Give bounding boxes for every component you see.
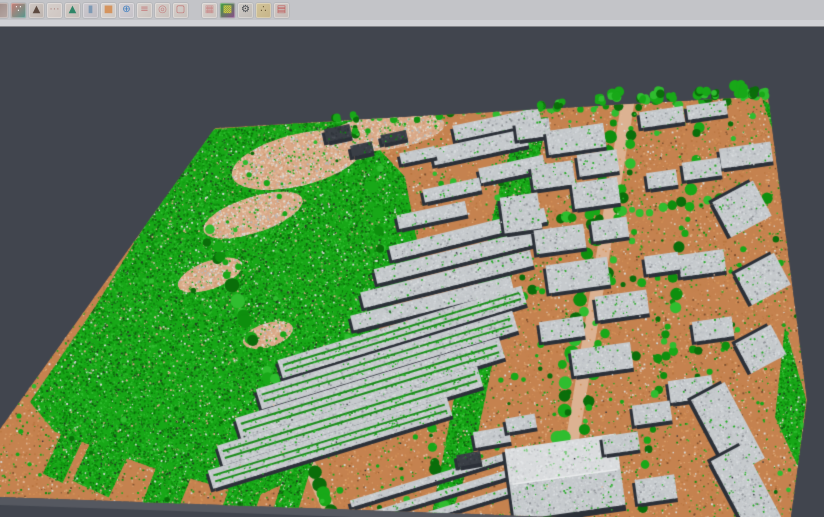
viewport-3d-pointcloud[interactable] (0, 27, 824, 517)
red-ring-icon[interactable]: ◎ (155, 3, 170, 18)
dashed-selection-icon[interactable]: ▢ (173, 3, 188, 18)
measure-marks-icon[interactable]: ∴ (256, 3, 271, 18)
hill-green-icon[interactable]: ▲ (65, 3, 80, 18)
blue-column-icon[interactable]: ▮ (83, 3, 98, 18)
red-layers-icon[interactable]: ≡ (137, 3, 152, 18)
classification-view-icon[interactable]: ▩ (220, 3, 235, 18)
mottled-stone-icon[interactable] (0, 3, 8, 18)
faint-points-icon[interactable]: ⋯ (47, 3, 62, 18)
globe-icon[interactable]: ⊕ (119, 3, 134, 18)
toolbar-strip (0, 20, 824, 27)
orange-square-icon[interactable]: ■ (101, 3, 116, 18)
toolbar: ∵▲⋯▲▮■⊕≡◎▢▦▩⚙∴▤ (0, 0, 824, 20)
red-grid-icon[interactable]: ▦ (202, 3, 217, 18)
settings-gear-icon[interactable]: ⚙ (238, 3, 253, 18)
red-flag-stripes-icon[interactable]: ▤ (274, 3, 289, 18)
hill-dark-icon[interactable]: ▲ (29, 3, 44, 18)
toolbar-separator (191, 0, 199, 20)
toolbar-icons: ∵▲⋯▲▮■⊕≡◎▢▦▩⚙∴▤ (0, 0, 824, 20)
scatter-points-icon[interactable]: ∵ (11, 3, 26, 18)
app-window: ∵▲⋯▲▮■⊕≡◎▢▦▩⚙∴▤ (0, 0, 824, 517)
